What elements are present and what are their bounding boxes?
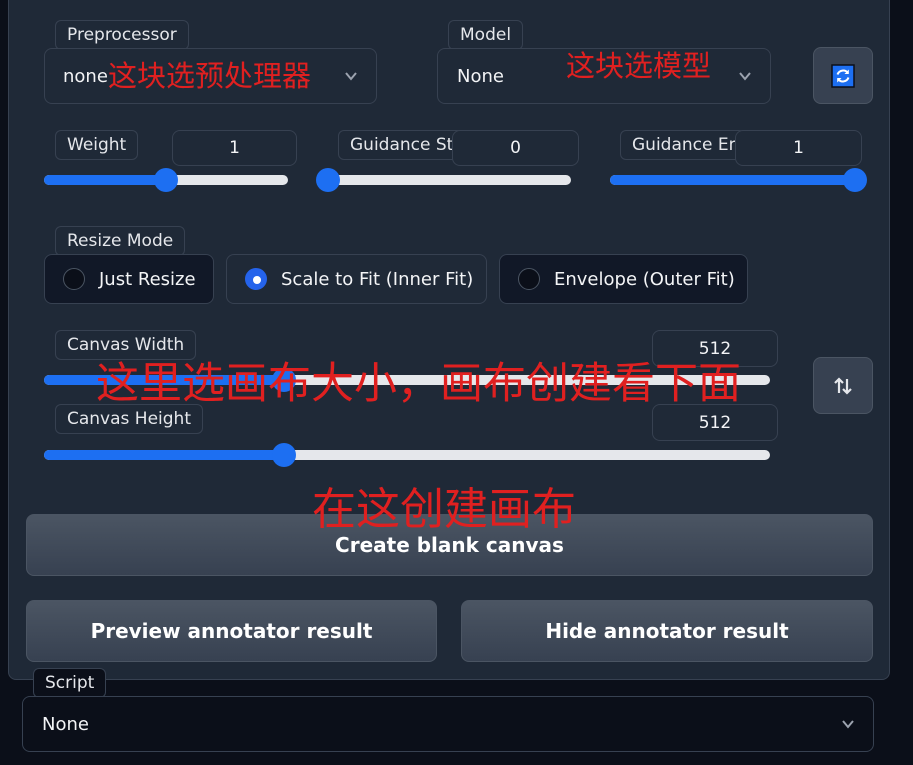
script-dropdown[interactable]: None — [22, 696, 874, 752]
preview-annotator-button[interactable]: Preview annotator result — [26, 600, 437, 662]
canvas-height-slider-thumb[interactable] — [271, 443, 296, 467]
guidance-end-slider-thumb[interactable] — [843, 168, 867, 192]
resize-option-just-resize[interactable]: Just Resize — [44, 254, 214, 304]
radio-icon — [63, 268, 85, 290]
weight-input[interactable]: 1 — [172, 130, 297, 166]
canvas-height-slider-fill — [44, 450, 284, 460]
weight-label: Weight — [55, 130, 139, 160]
weight-slider[interactable] — [44, 168, 288, 192]
resize-option-label: Scale to Fit (Inner Fit) — [281, 268, 474, 290]
guidance-end-input[interactable]: 1 — [735, 130, 862, 166]
refresh-icon — [831, 63, 855, 88]
canvas-height-slider[interactable] — [44, 443, 770, 467]
chevron-down-icon — [345, 72, 357, 81]
guidance-start-slider-thumb[interactable] — [316, 168, 340, 192]
chevron-down-icon — [739, 72, 751, 81]
script-value: None — [42, 713, 89, 735]
guidance-end-slider[interactable] — [610, 168, 867, 192]
resize-option-scale-to-fit[interactable]: Scale to Fit (Inner Fit) — [226, 254, 487, 304]
guidance-start-input[interactable]: 0 — [452, 130, 579, 166]
hide-annotator-button[interactable]: Hide annotator result — [461, 600, 873, 662]
guidance-end-slider-fill — [610, 175, 855, 185]
resize-option-envelope[interactable]: Envelope (Outer Fit) — [499, 254, 748, 304]
weight-slider-thumb[interactable] — [154, 168, 178, 192]
refresh-models-button[interactable] — [813, 47, 873, 104]
chevron-down-icon — [842, 720, 854, 729]
guidance-end-label: Guidance End (T) — [620, 130, 745, 160]
model-value: None — [457, 65, 504, 87]
resize-mode-label: Resize Mode — [55, 226, 186, 256]
model-label: Model — [448, 20, 524, 50]
create-canvas-annotation: 在这创建画布 — [312, 484, 576, 535]
canvas-size-annotation: 这里选画布大小，画布创建看下面 — [96, 359, 741, 409]
model-annotation: 这块选模型 — [566, 49, 712, 83]
radio-checked-icon — [245, 268, 267, 290]
swap-vertical-icon — [834, 376, 852, 395]
preprocessor-value: none — [63, 65, 108, 87]
script-label: Script — [33, 668, 107, 698]
preprocessor-annotation: 这块选预处理器 — [108, 59, 312, 93]
guidance-start-label: Guidance Start (T) — [338, 130, 463, 160]
swap-dimensions-button[interactable] — [813, 357, 873, 414]
radio-icon — [518, 268, 540, 290]
resize-option-label: Envelope (Outer Fit) — [554, 268, 735, 290]
canvas-height-input[interactable]: 512 — [652, 404, 778, 441]
weight-slider-fill — [44, 175, 166, 185]
resize-option-label: Just Resize — [99, 268, 196, 290]
canvas-width-label: Canvas Width — [55, 330, 197, 360]
guidance-start-slider[interactable] — [316, 168, 571, 192]
preprocessor-label: Preprocessor — [55, 20, 189, 50]
